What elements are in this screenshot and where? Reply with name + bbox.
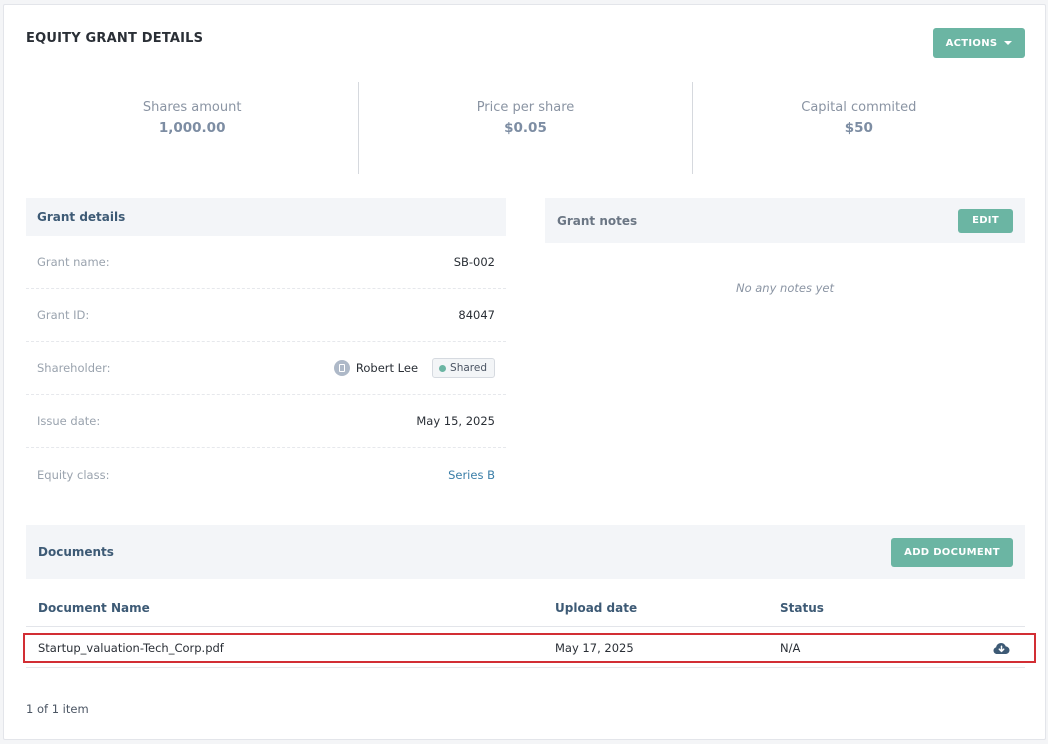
column-document-name[interactable]: Document Name bbox=[38, 601, 555, 615]
grant-details-panel: Grant details Grant name: SB-002 Grant I… bbox=[26, 198, 506, 501]
table-header: Document Name Upload date Status bbox=[26, 589, 1025, 627]
detail-row-shareholder: Shareholder: Robert Lee Shared bbox=[26, 342, 506, 395]
shareholder-label: Shareholder: bbox=[37, 361, 111, 375]
documents-header: Documents ADD DOCUMENT bbox=[26, 525, 1025, 579]
grant-name-label: Grant name: bbox=[37, 255, 110, 269]
column-status[interactable]: Status bbox=[780, 601, 993, 615]
detail-row-equity-class: Equity class: Series B bbox=[26, 448, 506, 501]
cloud-download-icon[interactable] bbox=[993, 642, 1010, 655]
actions-button[interactable]: ACTIONS bbox=[933, 28, 1025, 58]
avatar bbox=[333, 360, 350, 376]
pagination-summary: 1 of 1 item bbox=[26, 702, 89, 716]
stat-value: $0.05 bbox=[504, 119, 547, 136]
shareholder-info[interactable]: Robert Lee Shared bbox=[333, 358, 495, 378]
stat-label: Price per share bbox=[476, 99, 575, 115]
detail-row-issue-date: Issue date: May 15, 2025 bbox=[26, 395, 506, 448]
grant-id-value: 84047 bbox=[458, 308, 495, 322]
grant-name-value: SB-002 bbox=[453, 255, 495, 269]
grant-notes-title: Grant notes bbox=[557, 213, 638, 228]
status-dot-icon bbox=[439, 364, 447, 372]
actions-button-label: ACTIONS bbox=[945, 37, 998, 49]
add-document-button[interactable]: ADD DOCUMENT bbox=[891, 537, 1013, 567]
documents-title: Documents bbox=[38, 545, 114, 559]
stat-value: $50 bbox=[844, 119, 873, 136]
documents-table: Document Name Upload date Status Startup… bbox=[23, 589, 1036, 668]
caret-down-icon bbox=[1004, 41, 1013, 45]
document-name-cell: Startup_valuation-Tech_Corp.pdf bbox=[38, 641, 224, 655]
issue-date-label: Issue date: bbox=[37, 414, 101, 428]
stats-summary: Shares amount 1,000.00 Price per share $… bbox=[26, 82, 1025, 174]
stat-value: 1,000.00 bbox=[158, 119, 226, 136]
grant-notes-header: Grant notes EDIT bbox=[545, 198, 1025, 243]
equity-class-link[interactable]: Series B bbox=[448, 468, 495, 482]
row-divider bbox=[26, 667, 1025, 668]
upload-date-cell: May 17, 2025 bbox=[555, 641, 634, 655]
shared-badge: Shared bbox=[432, 358, 495, 378]
table-row[interactable]: Startup_valuation-Tech_Corp.pdf May 17, … bbox=[23, 633, 1036, 663]
status-cell: N/A bbox=[780, 641, 801, 655]
equity-grant-card: EQUITY GRANT DETAILS ACTIONS Shares amou… bbox=[3, 4, 1046, 740]
page-title: EQUITY GRANT DETAILS bbox=[26, 31, 204, 46]
stat-label: Capital commited bbox=[801, 99, 917, 115]
equity-class-label: Equity class: bbox=[37, 467, 110, 482]
issue-date-value: May 15, 2025 bbox=[416, 414, 495, 428]
edit-notes-button[interactable]: EDIT bbox=[958, 208, 1013, 233]
stat-shares-amount: Shares amount 1,000.00 bbox=[26, 82, 358, 174]
stat-capital-committed: Capital commited $50 bbox=[691, 82, 1025, 174]
notes-empty-state: No any notes yet bbox=[735, 281, 835, 295]
stat-price-per-share: Price per share $0.05 bbox=[358, 82, 691, 174]
documents-panel: Documents ADD DOCUMENT Document Name Upl… bbox=[23, 525, 1036, 668]
grant-details-title: Grant details bbox=[37, 210, 126, 224]
detail-row-grant-name: Grant name: SB-002 bbox=[26, 236, 506, 289]
column-upload-date[interactable]: Upload date bbox=[555, 601, 780, 615]
detail-row-grant-id: Grant ID: 84047 bbox=[26, 289, 506, 342]
grant-details-header: Grant details bbox=[26, 198, 506, 236]
shared-badge-label: Shared bbox=[450, 362, 487, 374]
grant-notes-panel: Grant notes EDIT No any notes yet bbox=[545, 198, 1025, 295]
shareholder-name: Robert Lee bbox=[355, 361, 419, 375]
stat-label: Shares amount bbox=[142, 99, 242, 115]
building-icon bbox=[338, 364, 345, 372]
grant-id-label: Grant ID: bbox=[37, 308, 90, 322]
